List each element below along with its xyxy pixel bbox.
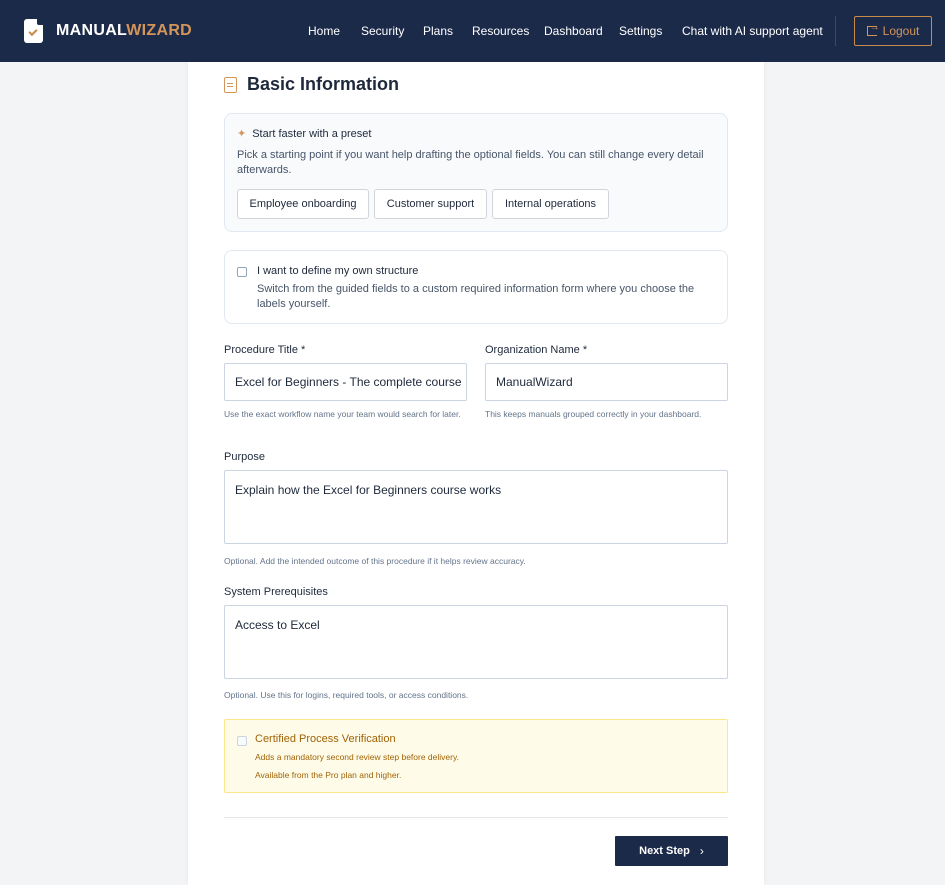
certified-verification-plan-note: Available from the Pro plan and higher. [255,770,402,780]
preset-customer-support-button[interactable]: Customer support [374,189,487,219]
purpose-label: Purpose [224,451,265,463]
system-prerequisites-hint: Optional. Use this for logins, required … [224,690,469,700]
preset-description: Pick a starting point if you want help d… [237,149,704,176]
organization-name-input[interactable]: ManualWizard [485,363,728,401]
page-title: Basic Information [247,74,400,94]
certified-verification-title: Certified Process Verification [255,733,396,745]
footer-divider [224,817,728,818]
organization-name-label: Organization Name * [485,344,588,356]
certified-verification-description: Adds a mandatory second review step befo… [255,752,459,762]
preset-panel: ✦ Start faster with a preset Pick a star… [224,113,728,232]
procedure-title-input[interactable]: Excel for Beginners - The complete cours… [224,363,467,401]
next-step-button[interactable]: Next Step › [615,836,728,866]
brand-name-part2: WIZARD [126,22,193,39]
system-prerequisites-label: System Prerequisites [224,586,328,598]
sparkle-icon: ✦ [237,128,247,140]
preset-internal-operations-button[interactable]: Internal operations [492,189,609,219]
procedure-title-label: Procedure Title * [224,344,306,356]
nav-item-dashboard[interactable]: Dashboard [544,24,603,38]
nav-item-chat-ai-support[interactable]: Chat with AI support agent [682,24,823,38]
custom-structure-panel: I want to define my own structure Switch… [224,250,728,324]
nav-item-home[interactable]: Home [308,24,340,38]
form-card: Basic Information ✦ Start faster with a … [188,62,764,885]
chevron-right-icon: › [699,844,704,858]
nav-item-plans[interactable]: Plans [423,24,453,38]
logout-label: Logout [882,24,920,38]
nav-item-resources[interactable]: Resources [472,24,529,38]
purpose-textarea[interactable]: Explain how the Excel for Beginners cour… [224,470,728,544]
preset-employee-onboarding-button[interactable]: Employee onboarding [237,189,369,219]
preset-header: ✦ Start faster with a preset [237,127,372,141]
certified-verification-panel: Certified Process Verification Adds a ma… [224,719,728,793]
certified-verification-checkbox[interactable] [237,736,247,746]
section-header: Basic Information [224,74,399,95]
logout-icon [866,22,880,36]
logout-button[interactable]: Logout [854,16,932,46]
procedure-title-hint: Use the exact workflow name your team wo… [224,409,461,419]
brand[interactable]: MANUALWIZARD [24,19,192,43]
next-step-label: Next Step [639,845,690,857]
nav-item-settings[interactable]: Settings [619,24,662,38]
organization-name-hint: This keeps manuals grouped correctly in … [485,409,702,419]
brand-name-part1: MANUAL [56,22,127,39]
custom-structure-title: I want to define my own structure [257,265,419,277]
system-prerequisites-textarea[interactable]: Access to Excel [224,605,728,679]
nav-item-security[interactable]: Security [361,24,404,38]
custom-structure-checkbox[interactable] [237,267,247,277]
nav-divider [835,16,836,46]
document-icon [224,76,237,93]
purpose-hint: Optional. Add the intended outcome of th… [224,556,526,566]
brand-name: MANUALWIZARD [56,22,192,40]
custom-structure-description: Switch from the guided fields to a custo… [257,283,695,310]
preset-title: Start faster with a preset [252,127,372,140]
top-navigation-bar: MANUALWIZARD Home Security Plans Resourc… [0,0,945,62]
document-check-icon [24,19,43,43]
